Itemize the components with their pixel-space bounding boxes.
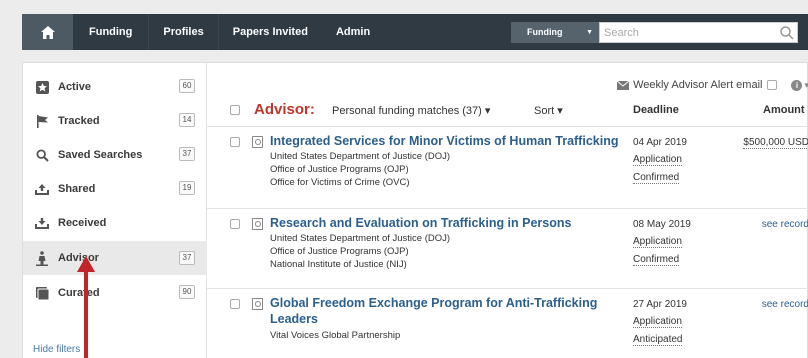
org-line: Office of Justice Programs (OJP) (270, 164, 409, 175)
org-line: United States Department of Justice (DOJ… (270, 151, 451, 162)
sidebar-item-label: Tracked (58, 115, 100, 127)
row-checkbox[interactable] (230, 137, 240, 147)
row-checkbox[interactable] (230, 219, 240, 229)
results-header: Advisor: Personal funding matches (37) ▾… (207, 101, 808, 127)
count-badge: 14 (179, 113, 195, 127)
select-all-checkbox[interactable] (230, 105, 240, 115)
sidebar-item-tracked[interactable]: Tracked 14 (23, 105, 207, 137)
sidebar: Active 60 Tracked 14 Saved Searches 37 S… (23, 63, 207, 358)
info-icon[interactable]: i (791, 79, 803, 91)
deadline-type: Application (633, 154, 682, 166)
result-title-link[interactable]: Integrated Services for Minor Victims of… (270, 133, 630, 149)
flag-icon (35, 114, 49, 128)
page-title: Advisor: (254, 101, 315, 118)
sidebar-item-curated[interactable]: Curated 90 (23, 277, 207, 309)
document-icon[interactable] (252, 136, 263, 148)
sort-dropdown[interactable]: Sort ▾ (534, 104, 563, 117)
sidebar-item-advisor[interactable]: Advisor 37 (23, 241, 207, 275)
document-icon[interactable] (252, 218, 263, 230)
annotation-arrow-shaft (84, 270, 88, 358)
sidebar-item-saved-searches[interactable]: Saved Searches 37 (23, 139, 207, 171)
nav-funding[interactable]: Funding (73, 14, 150, 50)
result-title-link[interactable]: Global Freedom Exchange Program for Anti… (270, 295, 610, 327)
deadline-status: Confirmed (633, 254, 680, 266)
top-nav: Funding Profiles Papers Invited Admin Fu… (22, 14, 808, 50)
sidebar-item-shared[interactable]: Shared 19 (23, 173, 207, 205)
result-title-link[interactable]: Research and Evaluation on Trafficking i… (270, 215, 630, 231)
sidebar-item-label: Received (58, 217, 107, 229)
advisor-icon (35, 250, 49, 266)
nav-profiles[interactable]: Profiles (149, 14, 219, 50)
nav-admin[interactable]: Admin (322, 14, 384, 50)
share-icon (35, 182, 49, 196)
org-line: Office of Justice Programs (OJP) (270, 246, 409, 257)
see-record-link[interactable]: see record (762, 299, 808, 310)
amount-value: $500,000 USD (743, 137, 808, 149)
column-header-amount[interactable]: Amount (763, 104, 805, 116)
org-line: United States Department of Justice (DOJ… (270, 233, 451, 244)
row-checkbox[interactable] (230, 299, 240, 309)
table-row: Research and Evaluation on Trafficking i… (207, 215, 808, 289)
home-icon (40, 25, 55, 39)
dropdown-icon[interactable]: ▾ (804, 80, 808, 91)
search-icon[interactable] (779, 25, 795, 41)
document-icon[interactable] (252, 298, 263, 310)
search-scope-label: Funding (527, 27, 563, 37)
deadline-date: 08 May 2019 (633, 219, 691, 230)
deadline-date: 04 Apr 2019 (633, 137, 687, 148)
weekly-alert-toggle: Weekly Advisor Alert email i ▾ (617, 79, 808, 91)
nav-papers-invited[interactable]: Papers Invited (219, 14, 322, 50)
deadline-type: Application (633, 236, 682, 248)
sidebar-item-label: Curated (58, 287, 100, 299)
search-input[interactable] (599, 22, 798, 43)
sidebar-item-label: Shared (58, 183, 96, 195)
see-record-link[interactable]: see record (762, 219, 808, 230)
alert-checkbox[interactable] (767, 80, 778, 90)
count-badge: 60 (179, 79, 195, 93)
org-line: National Institute of Justice (NIJ) (270, 259, 407, 270)
star-icon (35, 80, 49, 94)
search-icon (35, 148, 49, 162)
deadline-type: Application (633, 316, 682, 328)
envelope-icon (617, 80, 630, 90)
org-line: Office for Victims of Crime (OVC) (270, 177, 410, 188)
sidebar-item-active[interactable]: Active 60 (23, 71, 207, 103)
sidebar-item-received[interactable]: Received (23, 207, 207, 239)
count-badge: 37 (179, 147, 195, 161)
count-badge: 19 (179, 181, 195, 195)
count-badge: 90 (179, 285, 195, 299)
alert-label: Weekly Advisor Alert email (633, 79, 763, 91)
count-badge: 37 (179, 251, 195, 265)
sidebar-item-label: Active (58, 81, 92, 93)
main-panel: Active 60 Tracked 14 Saved Searches 37 S… (22, 62, 808, 358)
deadline-status: Confirmed (633, 172, 680, 184)
table-row: Integrated Services for Minor Victims of… (207, 133, 808, 209)
book-icon (35, 286, 49, 300)
results-area: Weekly Advisor Alert email i ▾ Advisor: … (207, 63, 808, 358)
hide-filters-link[interactable]: Hide filters (33, 344, 80, 355)
search-scope-select[interactable]: Funding ▼ (511, 22, 599, 43)
org-line: Vital Voices Global Partnership (270, 330, 401, 341)
column-header-deadline[interactable]: Deadline (633, 104, 679, 116)
table-row: Global Freedom Exchange Program for Anti… (207, 295, 808, 358)
chevron-down-icon: ▼ (586, 29, 593, 36)
inbox-icon (35, 216, 49, 230)
deadline-status: Anticipated (633, 334, 683, 346)
matches-dropdown[interactable]: Personal funding matches (37) ▾ (332, 104, 490, 117)
sidebar-item-label: Saved Searches (58, 149, 143, 161)
deadline-date: 27 Apr 2019 (633, 299, 687, 310)
home-button[interactable] (22, 14, 73, 50)
